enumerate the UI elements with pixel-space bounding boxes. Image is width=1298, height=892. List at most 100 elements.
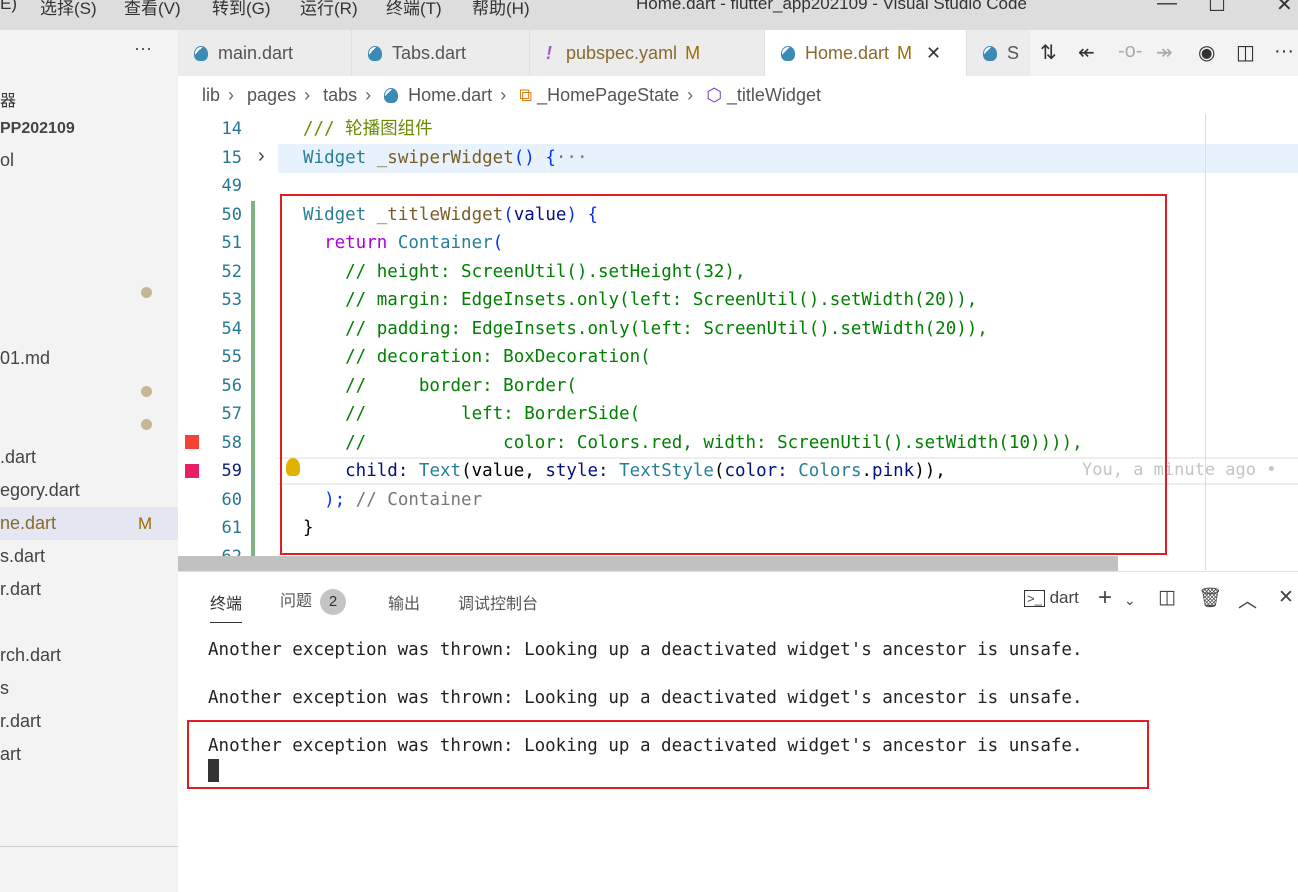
dart-file-icon — [983, 46, 997, 61]
maximize-icon[interactable]: ☐ — [1208, 0, 1226, 17]
fold-chevron-icon[interactable]: › — [258, 145, 265, 168]
git-added-indicator — [251, 201, 255, 571]
explorer-item[interactable]: 01.md — [0, 342, 178, 375]
window-title: Home.dart - flutter_app202109 - Visual S… — [636, 0, 1027, 13]
tab-home-dart[interactable]: Home.dart M ✕ — [765, 30, 967, 76]
line-number: 54 — [221, 318, 242, 339]
explorer-item[interactable] — [0, 177, 178, 210]
explorer-item[interactable]: ne.dart M — [0, 507, 178, 540]
line-number: 61 — [221, 518, 242, 538]
breadcrumb-method[interactable]: _titleWidget — [727, 85, 821, 105]
line-number: 50 — [221, 204, 242, 225]
line-number: 55 — [221, 347, 242, 367]
compare-changes-icon[interactable]: ⇅ — [1040, 40, 1057, 65]
tab-output[interactable]: 输出 — [388, 590, 420, 614]
more-actions-icon[interactable]: ··· — [134, 38, 152, 59]
explorer-item[interactable]: r.dart — [0, 705, 178, 738]
line-number: 56 — [221, 375, 242, 396]
menu-view[interactable]: 查看(V) — [124, 0, 181, 19]
close-window-icon[interactable]: ✕ — [1276, 0, 1293, 17]
modified-dot-icon — [141, 287, 152, 298]
modified-dot-icon — [141, 386, 152, 397]
explorer-item[interactable] — [0, 210, 178, 243]
menu-edit[interactable]: E) — [0, 0, 17, 14]
explorer-item-label: ne.dart — [0, 513, 57, 533]
minimize-icon[interactable]: — — [1157, 0, 1177, 15]
explorer-item[interactable] — [0, 408, 178, 441]
breadcrumb-file[interactable]: Home.dart — [408, 85, 492, 105]
color-swatch-pink[interactable] — [185, 464, 199, 478]
explorer-item[interactable] — [0, 309, 178, 342]
tab-tabs-dart[interactable]: Tabs.dart — [352, 30, 530, 76]
explorer-item-label: egory.dart — [0, 480, 80, 500]
next-change-icon[interactable]: ↠ — [1156, 40, 1173, 65]
explorer-item[interactable]: PP202109 — [0, 111, 178, 144]
horizontal-scrollbar[interactable] — [178, 556, 1118, 571]
color-swatch-red[interactable] — [185, 435, 199, 449]
explorer-item[interactable]: rch.dart — [0, 639, 178, 672]
maximize-panel-icon[interactable]: ︿ — [1238, 586, 1257, 613]
explorer-item[interactable]: ol — [0, 144, 178, 177]
explorer-item[interactable]: s.dart — [0, 540, 178, 573]
explorer-item[interactable] — [0, 276, 178, 309]
breadcrumb-tabs[interactable]: tabs — [323, 85, 357, 105]
explorer-item-label: rch.dart — [0, 645, 62, 665]
code-line: Widget _swiperWidget() {··· — [303, 144, 588, 172]
explorer-item[interactable] — [0, 375, 178, 408]
trash-icon[interactable]: 🗑 — [1198, 586, 1222, 610]
explorer-item-label: s — [0, 678, 9, 698]
close-panel-icon[interactable]: ✕ — [1278, 586, 1294, 609]
more-icon[interactable]: ··· — [1274, 40, 1294, 63]
explorer-item[interactable]: r.dart — [0, 573, 178, 606]
previous-change-icon[interactable]: ↞ — [1078, 40, 1095, 65]
menu-run[interactable]: 运行(R) — [300, 0, 358, 19]
explorer-item-label: PP202109 — [0, 120, 75, 137]
menu-help[interactable]: 帮助(H) — [472, 0, 530, 19]
breadcrumb-pages[interactable]: pages — [247, 85, 296, 105]
line-number: 60 — [221, 489, 242, 510]
breadcrumb-class[interactable]: _HomePageState — [537, 85, 679, 105]
close-tab-icon[interactable]: ✕ — [926, 43, 941, 63]
modified-badge: M — [138, 514, 153, 533]
explorer-item[interactable] — [0, 243, 178, 276]
tab-problems[interactable]: 问题 2 — [280, 587, 347, 615]
line-number: 57 — [221, 404, 242, 424]
tab-pubspec-yaml[interactable]: ! pubspec.yaml M — [530, 30, 765, 76]
line-gutter: 14154950515253545556575859606162 — [178, 114, 278, 570]
terminal-shell-selector[interactable]: >_ dart — [1024, 588, 1079, 608]
menu-terminal[interactable]: 终端(T) — [386, 0, 442, 19]
tab-s[interactable]: S — [967, 30, 1037, 76]
explorer-item[interactable]: .dart — [0, 441, 178, 474]
shell-label: dart — [1049, 588, 1079, 607]
chevron-down-icon[interactable]: ⌄ — [1124, 592, 1136, 609]
tab-terminal[interactable]: 终端 — [210, 590, 243, 623]
tab-label: pubspec.yaml — [566, 43, 678, 63]
menu-selection[interactable]: 选择(S) — [40, 0, 97, 19]
tab-label: main.dart — [218, 43, 294, 63]
explorer-item[interactable]: s — [0, 672, 178, 705]
dart-file-icon — [384, 88, 399, 103]
explorer-item-label: ol — [0, 150, 15, 170]
new-terminal-icon[interactable]: + — [1098, 584, 1112, 612]
menu-go[interactable]: 转到(G) — [212, 0, 271, 19]
dart-file-icon — [368, 46, 382, 61]
breadcrumb-lib[interactable]: lib — [202, 85, 220, 105]
explorer-item-label: s.dart — [0, 546, 46, 566]
explorer-item-label: r.dart — [0, 711, 42, 731]
line-number: 14 — [221, 119, 242, 139]
tab-main-dart[interactable]: main.dart — [178, 30, 352, 76]
annotation-box-terminal — [187, 720, 1149, 789]
explorer-item-label: r.dart — [0, 579, 42, 599]
git-graph-icon[interactable]: ◉ — [1198, 40, 1215, 65]
chevron-right-icon: › — [228, 85, 235, 105]
split-terminal-icon[interactable]: ◫ — [1158, 586, 1176, 609]
explorer-item[interactable] — [0, 606, 178, 639]
explorer-item[interactable]: egory.dart — [0, 474, 178, 507]
explorer-item[interactable]: art — [0, 738, 178, 771]
problems-count-badge: 2 — [320, 589, 347, 615]
explorer-item-label: .dart — [0, 447, 37, 467]
commit-icon[interactable]: -o- — [1118, 40, 1142, 63]
tab-debug-console[interactable]: 调试控制台 — [458, 590, 538, 614]
line-number: 15 — [221, 147, 242, 168]
split-editor-icon[interactable]: ◫ — [1236, 40, 1255, 65]
